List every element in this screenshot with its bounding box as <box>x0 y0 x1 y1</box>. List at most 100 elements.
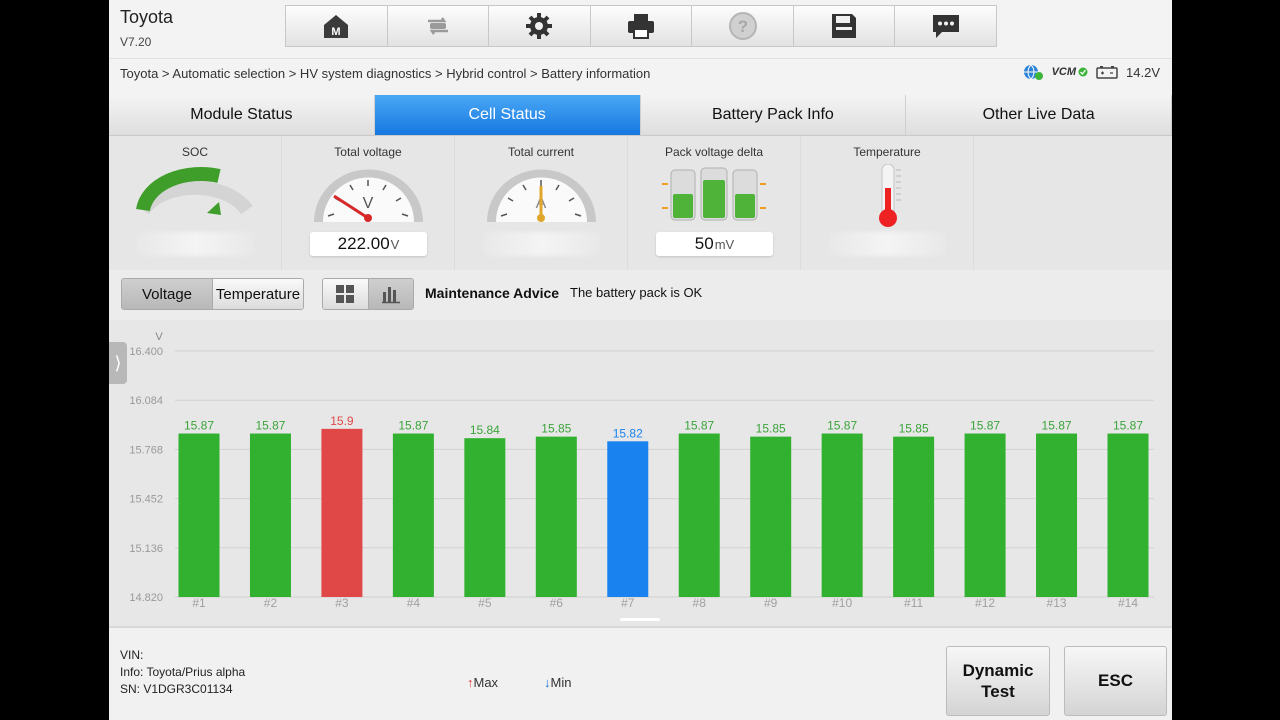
help-button[interactable]: ? <box>691 5 793 47</box>
grid-view-button[interactable] <box>323 279 368 309</box>
bar-value-label: 15.85 <box>756 422 786 436</box>
y-tick-label: 16.084 <box>129 395 163 407</box>
x-tick-label: #6 <box>550 596 564 610</box>
dynamic-test-button[interactable]: Dynamic Test <box>946 646 1050 716</box>
svg-text:M: M <box>332 26 341 38</box>
tab-cell-status[interactable]: Cell Status <box>374 95 641 135</box>
total-current-gauge: Total current A <box>455 136 628 270</box>
legend-min: ↓Min <box>544 675 571 690</box>
dynamic-test-label: Dynamic Test <box>963 660 1034 702</box>
x-tick-label: #10 <box>832 596 852 610</box>
chevron-right-icon: ⟩ <box>114 352 122 373</box>
vcm-status: VCM <box>1052 66 1088 78</box>
tab-battery-pack-info[interactable]: Battery Pack Info <box>640 95 907 135</box>
bar-chart-view-button[interactable] <box>367 279 413 309</box>
bar-cell-11 <box>893 436 935 597</box>
tab-other-live-data[interactable]: Other Live Data <box>906 95 1172 135</box>
settings-button[interactable] <box>488 5 590 47</box>
breadcrumb-bar: Toyota > Automatic selection > HV system… <box>109 58 1172 95</box>
battery-voltage: 14.2V <box>1126 64 1160 80</box>
bar-value-label: 15.87 <box>1113 419 1143 433</box>
message-button[interactable] <box>894 5 998 47</box>
vehicle-swap-button[interactable] <box>386 5 489 47</box>
temperature-gauge: Temperature <box>801 136 974 270</box>
breadcrumb: Toyota > Automatic selection > HV system… <box>120 66 651 81</box>
bar-cell-8 <box>678 433 720 597</box>
save-button[interactable] <box>792 5 895 47</box>
bar-value-label: 15.87 <box>255 419 285 433</box>
battery-cells-icon <box>662 167 766 221</box>
dynamic-test-line2: Test <box>981 682 1015 701</box>
voltmeter-letter: V <box>363 195 374 212</box>
bar-value-label: 15.85 <box>899 422 929 436</box>
chart-controls: Voltage Temperature Maintenance Advice T… <box>109 270 1172 320</box>
maintenance-advice-text: The battery pack is OK <box>570 285 703 300</box>
bar-cell-1 <box>178 433 220 597</box>
x-tick-label: #9 <box>764 596 778 610</box>
bar-cell-4 <box>392 433 434 597</box>
temperature-toggle[interactable]: Temperature <box>212 279 303 309</box>
printer-icon <box>628 14 655 39</box>
gauge-panel: SOC Total voltage V 222.00 V Total curre… <box>109 136 1172 270</box>
voltage-toggle[interactable]: Voltage <box>122 279 212 309</box>
x-tick-label: #12 <box>975 596 995 610</box>
vcm-label: VCM <box>1051 66 1077 78</box>
soc-label: SOC <box>181 145 208 159</box>
x-tick-label: #5 <box>478 596 492 610</box>
bar-cell-3 <box>321 428 363 597</box>
legend-max-label: Max <box>473 675 499 690</box>
app-version: V7.20 <box>120 35 152 49</box>
app-screen: Toyota V7.20 M ? Toyota > Automatic sele… <box>109 0 1172 720</box>
tab-bar: Module Status Cell Status Battery Pack I… <box>109 95 1172 136</box>
bar-cell-7 <box>607 441 649 597</box>
total-voltage-value-box: 222.00 V <box>310 232 427 256</box>
footer-bar: VIN: Info: Toyota/Prius alpha SN: V1DGR3… <box>109 626 1172 720</box>
home-button[interactable]: M <box>285 5 387 47</box>
y-tick-label: 15.452 <box>129 494 163 506</box>
measure-toggle: Voltage Temperature <box>121 278 304 310</box>
x-tick-label: #13 <box>1047 596 1067 610</box>
pack-delta-unit: mV <box>714 237 735 252</box>
temperature-label: Temperature <box>853 145 921 159</box>
top-bar: Toyota V7.20 M ? <box>109 0 1172 58</box>
y-axis-unit-label: V <box>155 331 163 343</box>
home-icon: M <box>324 15 349 38</box>
bar-cell-9 <box>750 436 792 597</box>
y-tick-label: 16.400 <box>129 346 163 358</box>
status-area: VCM 14.2V <box>1022 63 1160 81</box>
voltmeter-dial-icon: V <box>314 169 423 222</box>
vehicle-swap-icon <box>427 17 448 35</box>
soc-arc-icon <box>136 166 253 215</box>
esc-button[interactable]: ESC <box>1064 646 1167 716</box>
legend-min-label: Min <box>550 675 572 690</box>
y-tick-label: 14.820 <box>129 592 163 604</box>
y-tick-label: 15.136 <box>129 543 163 555</box>
total-voltage-gauge: Total voltage V 222.00 V <box>282 136 455 270</box>
serial-number-text: SN: V1DGR3C01134 <box>120 682 233 696</box>
bar-cell-6 <box>535 436 577 597</box>
save-icon <box>832 14 857 38</box>
x-tick-label: #3 <box>335 596 349 610</box>
app-title: Toyota <box>120 7 174 27</box>
thermometer-icon <box>879 164 901 227</box>
bar-value-label: 15.85 <box>541 422 571 436</box>
print-button[interactable] <box>589 5 692 47</box>
grid-view-icon <box>336 285 355 303</box>
cell-voltage-chart: V 16.400 16.084 15.768 15.452 15.136 14.820 15.… <box>109 320 1172 626</box>
pack-delta-value-box: 50 mV <box>656 232 773 256</box>
vcm-connected-icon <box>1078 67 1088 77</box>
x-tick-label: #7 <box>621 596 635 610</box>
scroll-indicator <box>620 618 660 621</box>
total-voltage-label: Total voltage <box>334 145 402 159</box>
pack-delta-label: Pack voltage delta <box>664 145 764 159</box>
bar-cell-12 <box>964 433 1006 597</box>
side-panel-handle[interactable]: ⟩ <box>109 342 127 384</box>
soc-gauge: SOC <box>109 136 282 270</box>
bar-cell-13 <box>1036 433 1078 597</box>
bar-value-label: 15.87 <box>684 419 714 433</box>
bar-value-label: 15.82 <box>613 426 643 440</box>
x-tick-label: #11 <box>904 596 923 610</box>
y-tick-label: 15.768 <box>129 444 163 456</box>
tab-module-status[interactable]: Module Status <box>109 95 375 135</box>
x-tick-label: #8 <box>693 596 707 610</box>
